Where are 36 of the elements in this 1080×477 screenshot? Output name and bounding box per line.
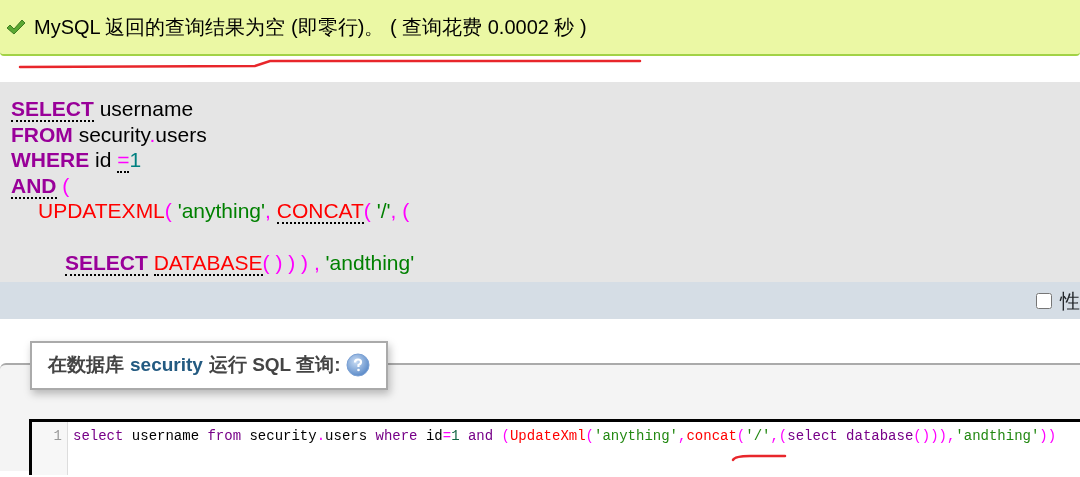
annotation-underline <box>731 454 787 462</box>
sql-token: . <box>149 122 156 146</box>
sql-token: , ( <box>390 199 410 222</box>
sql-token: UPDATEXML <box>38 199 165 222</box>
line-number: 1 <box>52 427 62 446</box>
sql-token: 1 <box>129 148 142 171</box>
sql-token: ( <box>164 199 173 222</box>
sql-token: FROM <box>11 122 73 146</box>
checkbox-label: 性 <box>1060 288 1080 314</box>
sql-token: , <box>265 199 272 222</box>
sql-token: SELECT <box>11 97 94 122</box>
sql-editor[interactable]: 1 select username from security.users where id=1 and (UpdateXml('anything',concat('/',(select database())),'andthing')) <box>29 419 1080 475</box>
check-icon <box>6 18 26 36</box>
database-name: security <box>130 353 203 377</box>
sql-token: WHERE <box>11 148 90 171</box>
help-icon[interactable] <box>346 353 371 378</box>
sql-token: DATABASE <box>152 250 263 276</box>
sql-token: ( <box>363 199 372 222</box>
sql-token: username <box>98 97 194 120</box>
sql-token: ( ) ) ) , <box>262 250 321 274</box>
sql-token: ( <box>61 173 70 197</box>
sql-token: AND <box>11 173 57 199</box>
sql-token: '/' <box>376 199 391 222</box>
sql-token: id <box>94 148 113 171</box>
sql-token: = <box>117 148 130 173</box>
sql-token: 'anything' <box>177 199 266 222</box>
sql-token: CONCAT <box>276 199 364 224</box>
sql-token: users <box>155 122 207 146</box>
sql-token: SELECT <box>65 249 148 275</box>
sql-token: security <box>77 122 150 146</box>
legend-text: 运行 SQL 查询: <box>208 353 341 377</box>
legend-text: 在数据库 <box>48 353 124 377</box>
code-line: select username from security.users where id=1 and (UpdateXml('anything',concat('/',(select database())),'andthing')) <box>72 427 1057 446</box>
checkbox[interactable] <box>1036 292 1052 309</box>
message-text: MySQL 返回的查询结果为空 (即零行)。 ( 查询花费 0.0002 秒 ) <box>34 15 587 40</box>
sql-token: 'andthing' <box>325 250 415 274</box>
